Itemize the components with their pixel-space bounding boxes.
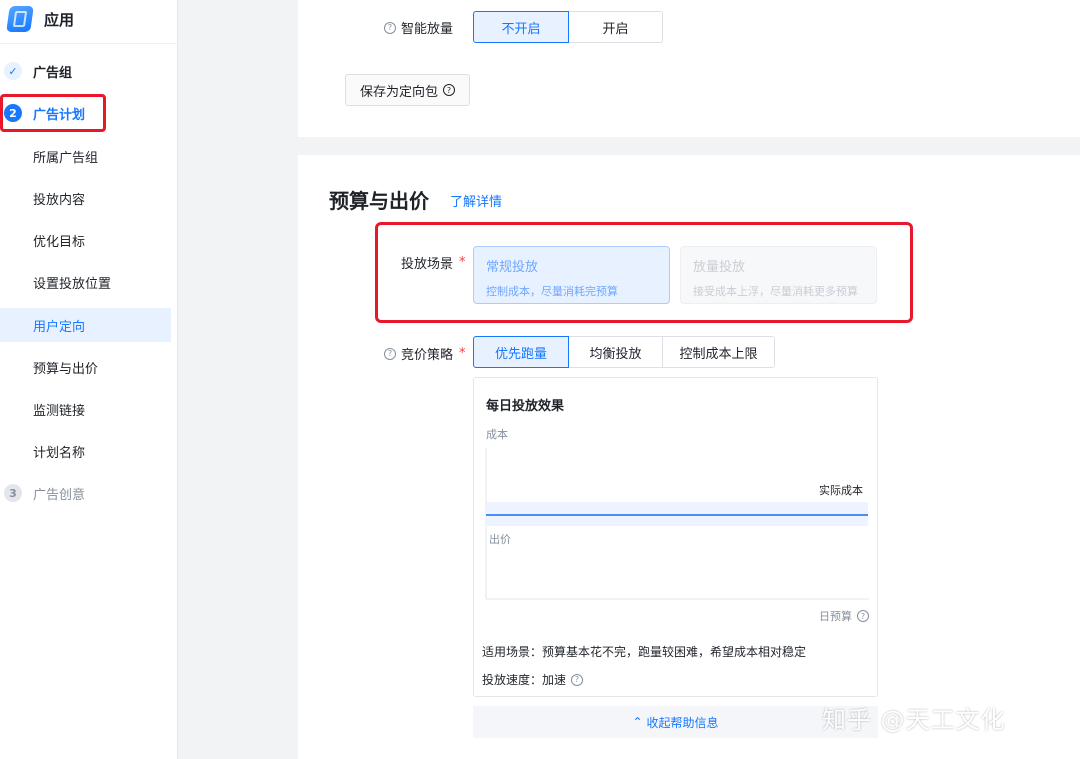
daily-effect-panel: 每日投放效果 成本 实际成本 出价 日预算 ? 适用场景：预算基本花不完，跑量较… (473, 377, 878, 697)
strategy-priority-volume-button[interactable]: 优先跑量 (473, 336, 569, 368)
step-ad-creative[interactable]: 3 广告创意 (4, 481, 85, 505)
sidebar-item-placement[interactable]: 设置投放位置 (0, 265, 171, 299)
sidebar-item-budget[interactable]: 预算与出价 (0, 350, 171, 384)
app-title: 应用 (44, 10, 75, 29)
smart-boost-off-button[interactable]: 不开启 (473, 11, 569, 43)
step-label: 广告组 (33, 65, 73, 81)
step-label: 广告创意 (33, 487, 86, 503)
help-icon[interactable]: ? (857, 610, 869, 622)
x-axis-label: 日预算 ? (819, 608, 869, 624)
sidebar-divider (0, 43, 178, 44)
speed-description: 投放速度：加速 ? (482, 671, 584, 688)
actual-cost-label: 实际成本 (819, 484, 863, 497)
strategy-toggle: 优先跑量 均衡投放 控制成本上限 (473, 336, 775, 368)
sidebar-item-targeting[interactable]: 用户定向 (0, 308, 171, 342)
collapse-help-button[interactable]: ⌃ 收起帮助信息 (473, 706, 878, 738)
sidebar-item-goal[interactable]: 优化目标 (0, 223, 171, 257)
budget-bid-card: 预算与出价 了解详情 投放场景 * 常规投放 控制成本，尽量消耗完预算 放量投放… (298, 155, 1080, 759)
effect-chart (485, 448, 869, 600)
highlight-box-ad-plan (0, 94, 106, 132)
sidebar-item-plan-name[interactable]: 计划名称 (0, 434, 171, 468)
app-logo-icon (6, 6, 34, 32)
sidebar-item-content[interactable]: 投放内容 (0, 181, 171, 215)
speed-text: 投放速度：加速 (482, 673, 567, 687)
watermark: 知乎 @天工文化 (822, 706, 1006, 734)
chevron-up-icon: ⌃ (632, 715, 643, 729)
check-icon: ✓ (4, 62, 22, 80)
x-axis-label-text: 日预算 (819, 610, 852, 623)
targeting-card: ? 智能放量 不开启 开启 保存为定向包 ? (298, 0, 1080, 137)
bid-label: 出价 (489, 533, 511, 546)
strategy-balanced-button[interactable]: 均衡投放 (568, 336, 663, 368)
help-icon[interactable]: ? (384, 347, 396, 360)
save-as-package-label: 保存为定向包 (360, 84, 439, 100)
highlight-box-scene (375, 222, 913, 323)
help-icon[interactable]: ? (443, 84, 456, 96)
y-axis-label: 成本 (486, 428, 508, 441)
sidebar-item-tracking[interactable]: 监测链接 (0, 392, 171, 426)
strategy-label-text: 竞价策略 (401, 348, 454, 363)
smart-boost-label: ? 智能放量 (384, 18, 453, 37)
sidebar-item-ad-group[interactable]: 所属广告组 (0, 139, 171, 173)
step-ad-group[interactable]: ✓ 广告组 (4, 59, 72, 83)
smart-boost-text: 智能放量 (401, 22, 454, 37)
required-mark: * (459, 346, 466, 361)
smart-boost-on-button[interactable]: 开启 (568, 11, 663, 43)
smart-boost-toggle: 不开启 开启 (473, 11, 663, 43)
collapse-help-label: 收起帮助信息 (646, 715, 719, 730)
strategy-cost-cap-button[interactable]: 控制成本上限 (662, 336, 775, 368)
strategy-label: ? 竞价策略 * (384, 344, 466, 363)
step-number-icon: 3 (4, 484, 22, 502)
sidebar: 应用 ✓ 广告组 2 广告计划 所属广告组 投放内容 优化目标 设置投放位置 用… (0, 0, 178, 759)
help-icon[interactable]: ? (571, 673, 584, 686)
section-title: 预算与出价 (329, 189, 429, 213)
learn-more-link[interactable]: 了解详情 (450, 191, 502, 210)
save-as-package-button[interactable]: 保存为定向包 ? (345, 74, 471, 106)
help-icon[interactable]: ? (384, 21, 396, 34)
app-header: 应用 (6, 4, 75, 34)
scene-description: 适用场景：预算基本花不完，跑量较困难，希望成本相对稳定 (482, 645, 807, 659)
